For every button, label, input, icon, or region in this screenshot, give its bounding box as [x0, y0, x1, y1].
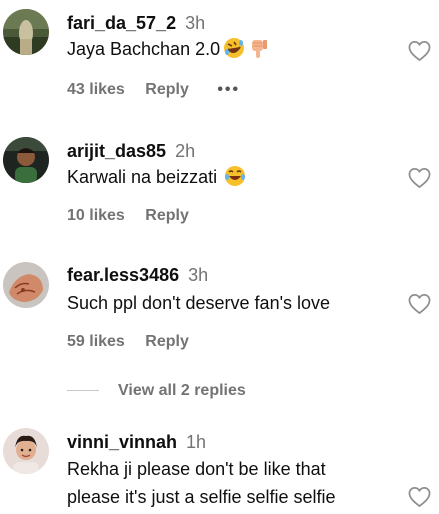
comments-list: fari_da_57_2 3h Jaya Bachchan 2.0 43 lik… [0, 0, 439, 514]
timestamp: 3h [185, 13, 206, 33]
reply-button[interactable]: Reply [145, 333, 189, 350]
replies-divider [67, 390, 99, 391]
comment-text: Such ppl don't deserve fan's love [67, 290, 330, 316]
comment-text-body: Jaya Bachchan 2.0 [67, 39, 221, 59]
thumbs-down-emoji [248, 37, 270, 66]
username[interactable]: vinni_vinnah [67, 432, 177, 452]
timestamp: 1h [186, 432, 207, 452]
comment-header: fari_da_57_2 3h [67, 12, 205, 34]
comment-text-line2: please it's just a selfie selfie selfie [67, 487, 336, 507]
likes-count[interactable]: 43 likes [67, 81, 125, 98]
more-options-icon[interactable]: ••• [217, 80, 240, 100]
likes-count[interactable]: 10 likes [67, 207, 125, 224]
comment-actions: 43 likes Reply ••• [67, 80, 240, 100]
username[interactable]: fear.less3486 [67, 265, 179, 285]
timestamp: 3h [188, 265, 209, 285]
avatar[interactable] [3, 137, 49, 183]
comment-header: fear.less3486 3h [67, 264, 208, 286]
comment-text-body: Karwali na beizzati [67, 167, 218, 187]
likes-count[interactable]: 59 likes [67, 333, 125, 350]
comment-text: Jaya Bachchan 2.0 [67, 36, 270, 66]
comment-header: vinni_vinnah 1h [67, 431, 206, 453]
comment-header: arijit_das85 2h [67, 140, 195, 162]
like-heart-icon[interactable] [408, 167, 431, 189]
username[interactable]: fari_da_57_2 [67, 13, 176, 33]
comment-text: Karwali na beizzati [67, 164, 246, 194]
avatar[interactable] [3, 262, 49, 308]
like-heart-icon[interactable] [408, 486, 431, 508]
comment-actions: 10 likes Reply [67, 206, 189, 226]
view-replies-row: View all 2 replies [67, 380, 367, 402]
like-heart-icon[interactable] [408, 293, 431, 315]
tears-of-joy-emoji [224, 165, 246, 194]
avatar[interactable] [3, 9, 49, 55]
username[interactable]: arijit_das85 [67, 141, 166, 161]
comment-text-body: Such ppl don't deserve fan's love [67, 293, 331, 313]
rolling-laughing-emoji [223, 37, 245, 66]
view-replies-button[interactable]: View all 2 replies [118, 380, 246, 402]
reply-button[interactable]: Reply [145, 81, 189, 98]
avatar[interactable] [3, 428, 49, 474]
comment-text-line1: Rekha ji please don't be like that [67, 459, 326, 479]
reply-button[interactable]: Reply [145, 207, 189, 224]
timestamp: 2h [175, 141, 196, 161]
like-heart-icon[interactable] [408, 40, 431, 62]
comment-actions: 59 likes Reply [67, 332, 189, 352]
